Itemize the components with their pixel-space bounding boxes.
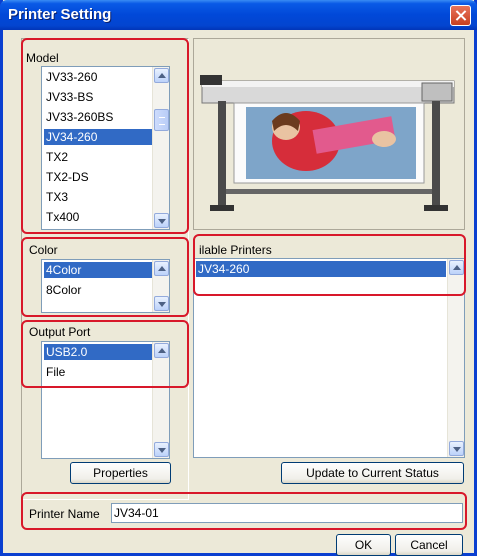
properties-button[interactable]: Properties bbox=[70, 462, 171, 484]
color-list[interactable]: 4Color 8Color bbox=[41, 259, 170, 313]
available-printers-label: ilable Printers bbox=[199, 243, 272, 257]
scroll-up-icon[interactable] bbox=[154, 261, 169, 276]
printer-image bbox=[193, 38, 465, 230]
model-item[interactable]: JV33-260BS bbox=[44, 109, 152, 125]
model-label: Model bbox=[26, 51, 59, 65]
scroll-up-icon[interactable] bbox=[154, 68, 169, 83]
scroll-down-icon[interactable] bbox=[449, 441, 464, 456]
model-list[interactable]: JV33-260 JV33-BS JV33-260BS JV34-260 TX2… bbox=[41, 66, 170, 230]
output-port-item[interactable]: File bbox=[44, 364, 152, 380]
window-title: Printer Setting bbox=[8, 6, 112, 23]
available-printer-item-selected[interactable]: JV34-260 bbox=[196, 261, 446, 277]
model-item[interactable]: TX2-DS bbox=[44, 169, 152, 185]
model-item[interactable]: JV33-260 bbox=[44, 69, 152, 85]
scroll-down-icon[interactable] bbox=[154, 296, 169, 311]
output-port-list[interactable]: USB2.0 File bbox=[41, 341, 170, 459]
title-bar[interactable]: Printer Setting bbox=[0, 0, 477, 30]
ok-button[interactable]: OK bbox=[336, 534, 391, 556]
scroll-thumb[interactable] bbox=[154, 109, 169, 131]
output-port-scrollbar[interactable] bbox=[152, 342, 169, 458]
scroll-up-icon[interactable] bbox=[154, 343, 169, 358]
update-status-button[interactable]: Update to Current Status bbox=[281, 462, 464, 484]
color-scrollbar[interactable] bbox=[152, 260, 169, 312]
printer-name-label: Printer Name bbox=[29, 507, 100, 521]
cancel-button[interactable]: Cancel bbox=[395, 534, 463, 556]
color-label: Color bbox=[29, 243, 58, 257]
model-item[interactable]: Tx400 bbox=[44, 209, 152, 225]
color-item[interactable]: 8Color bbox=[44, 282, 152, 298]
available-printers-scrollbar[interactable] bbox=[447, 259, 464, 457]
printer-name-field[interactable]: JV34-01 bbox=[111, 503, 463, 523]
scroll-down-icon[interactable] bbox=[154, 213, 169, 228]
close-icon[interactable] bbox=[450, 5, 471, 26]
model-item[interactable]: TX2 bbox=[44, 149, 152, 165]
output-port-label: Output Port bbox=[29, 325, 91, 339]
color-item-selected[interactable]: 4Color bbox=[44, 262, 152, 278]
available-printers-list[interactable]: JV34-260 bbox=[193, 258, 465, 458]
output-port-item-selected[interactable]: USB2.0 bbox=[44, 344, 152, 360]
model-item[interactable]: JV33-BS bbox=[44, 89, 152, 105]
model-item-selected[interactable]: JV34-260 bbox=[44, 129, 152, 145]
scroll-down-icon[interactable] bbox=[154, 442, 169, 457]
model-scrollbar[interactable] bbox=[152, 67, 169, 229]
scroll-up-icon[interactable] bbox=[449, 260, 464, 275]
printer-setting-dialog: Printer Setting Model JV33-260 JV33-BS J… bbox=[0, 0, 477, 556]
model-item[interactable]: TX3 bbox=[44, 189, 152, 205]
